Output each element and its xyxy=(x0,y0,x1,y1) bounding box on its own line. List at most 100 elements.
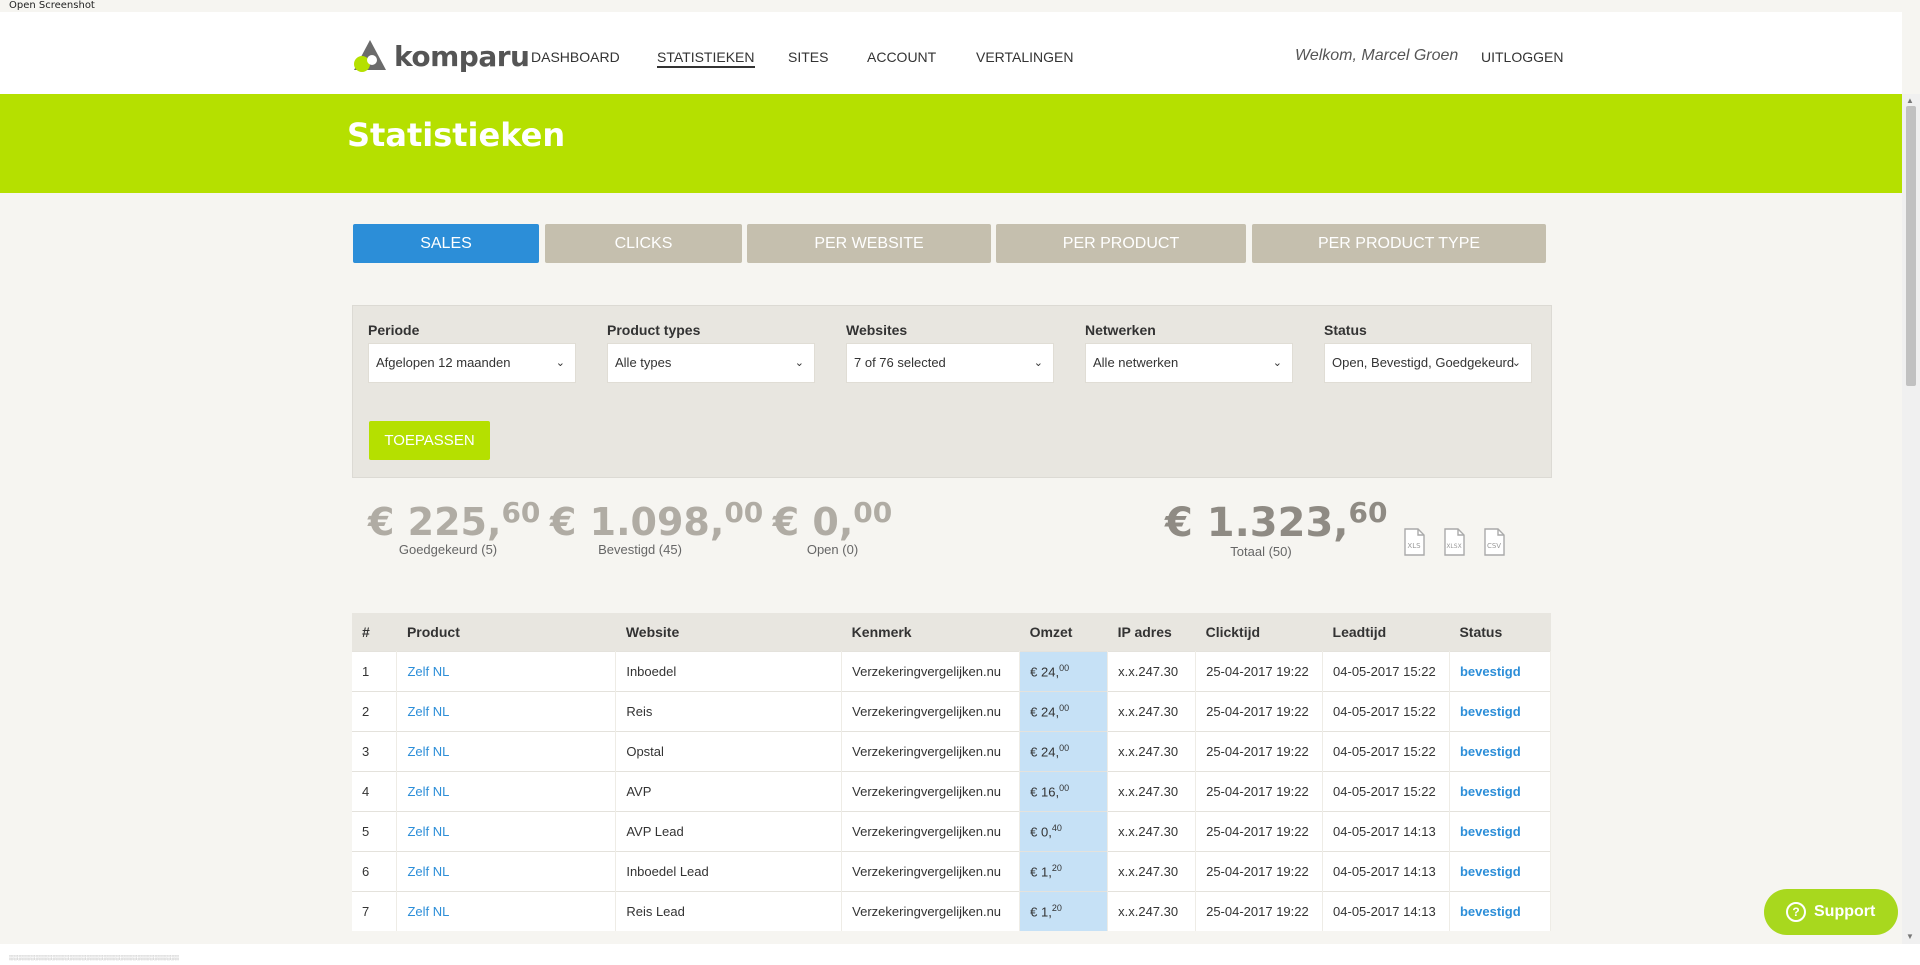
summary-bevestigd: € 1.098,00 Bevestigd (45) xyxy=(550,496,763,557)
cell-ip: x.x.247.30 xyxy=(1107,771,1197,812)
omzet-cents: 20 xyxy=(1051,903,1062,914)
cell-clicktijd: 25-04-2017 19:22 xyxy=(1195,771,1324,812)
summary-open: € 0,00 Open (0) xyxy=(770,496,895,557)
summary-totaal: € 1.323,60 Totaal (50) xyxy=(1165,496,1387,559)
status-select[interactable]: Open, Bevestigd, Goedgekeurd ⌄ xyxy=(1324,343,1532,383)
tab-sales[interactable]: SALES xyxy=(353,224,539,263)
filter-panel: Periode Afgelopen 12 maanden ⌄ Product t… xyxy=(352,305,1552,478)
product-link[interactable]: Zelf NL xyxy=(407,744,449,759)
product-link[interactable]: Zelf NL xyxy=(407,664,449,679)
cell-product: Zelf NL xyxy=(396,811,617,852)
nav-dashboard[interactable]: DASHBOARD xyxy=(531,49,620,65)
cell-leadtijd: 04-05-2017 15:22 xyxy=(1322,771,1450,812)
amount-value: € 1.098,00 xyxy=(550,496,763,544)
apply-button[interactable]: TOEPASSEN xyxy=(369,421,490,460)
amount-value: € 0,00 xyxy=(770,496,895,544)
cell-num: 4 xyxy=(352,771,398,812)
scroll-down-icon[interactable]: ▼ xyxy=(1906,932,1914,941)
cell-website: Reis xyxy=(615,691,843,732)
col-header-omzet[interactable]: Omzet xyxy=(1019,613,1108,652)
status-link[interactable]: bevestigd xyxy=(1460,904,1521,919)
status-link[interactable]: bevestigd xyxy=(1460,784,1521,799)
tab-clicks[interactable]: CLICKS xyxy=(545,224,742,263)
scroll-thumb[interactable] xyxy=(1906,106,1916,386)
cell-product: Zelf NL xyxy=(396,891,617,931)
nav-statistieken[interactable]: STATISTIEKEN xyxy=(657,49,755,68)
omzet-cents: 40 xyxy=(1051,823,1062,834)
product-link[interactable]: Zelf NL xyxy=(407,824,449,839)
tab-per-product[interactable]: PER PRODUCT xyxy=(996,224,1246,263)
cell-omzet: € 1,20 xyxy=(1019,891,1109,931)
periode-select[interactable]: Afgelopen 12 maanden ⌄ xyxy=(368,343,576,383)
status-link[interactable]: bevestigd xyxy=(1460,864,1521,879)
col-header-ip[interactable]: IP adres xyxy=(1107,613,1196,652)
status-link[interactable]: bevestigd xyxy=(1460,824,1521,839)
top-navbar: komparu DASHBOARD STATISTIEKEN SITES ACC… xyxy=(0,12,1902,94)
amount-value: € 1.323,60 xyxy=(1165,496,1387,546)
col-header-leadtijd[interactable]: Leadtijd xyxy=(1322,613,1450,652)
cell-website: AVP Lead xyxy=(615,811,843,852)
cell-clicktijd: 25-04-2017 19:22 xyxy=(1195,651,1324,692)
amount-cents: 60 xyxy=(1348,496,1388,529)
xls-label: XLS xyxy=(1407,542,1421,550)
netwerken-select[interactable]: Alle netwerken ⌄ xyxy=(1085,343,1293,383)
status-link[interactable]: bevestigd xyxy=(1460,664,1521,679)
cell-omzet: € 24,00 xyxy=(1019,691,1109,732)
omzet-cents: 00 xyxy=(1059,743,1070,754)
omzet-main: € 16, xyxy=(1030,784,1060,800)
logo[interactable]: komparu xyxy=(352,38,530,74)
status-link[interactable]: bevestigd xyxy=(1460,744,1521,759)
cell-omzet: € 0,40 xyxy=(1019,811,1109,852)
product-link[interactable]: Zelf NL xyxy=(407,864,449,879)
cell-clicktijd: 25-04-2017 19:22 xyxy=(1195,851,1324,892)
col-header-clicktijd[interactable]: Clicktijd xyxy=(1195,613,1323,652)
product-link[interactable]: Zelf NL xyxy=(407,904,449,919)
status-link[interactable]: bevestigd xyxy=(1460,704,1521,719)
omzet-cents: 20 xyxy=(1051,863,1062,874)
filter-label-status: Status xyxy=(1324,322,1367,338)
product-link[interactable]: Zelf NL xyxy=(407,784,449,799)
filter-label-product-types: Product types xyxy=(607,322,701,338)
cell-ip: x.x.247.30 xyxy=(1107,731,1197,772)
amount-main: € 225, xyxy=(368,500,502,544)
amount-cents: 00 xyxy=(853,496,893,529)
cell-clicktijd: 25-04-2017 19:22 xyxy=(1195,811,1324,852)
websites-select[interactable]: 7 of 76 selected ⌄ xyxy=(846,343,1054,383)
cell-num: 6 xyxy=(352,851,398,892)
cell-website: AVP xyxy=(615,771,843,812)
col-header-status[interactable]: Status xyxy=(1449,613,1551,652)
cell-website: Opstal xyxy=(615,731,843,772)
cell-ip: x.x.247.30 xyxy=(1107,651,1197,692)
filter-label-websites: Websites xyxy=(846,322,908,338)
nav-account[interactable]: ACCOUNT xyxy=(867,49,936,65)
cell-status: bevestigd xyxy=(1449,851,1551,892)
omzet-main: € 1, xyxy=(1030,864,1052,880)
amount-caption: Goedgekeurd (5) xyxy=(398,542,498,557)
logo-text: komparu xyxy=(394,39,530,73)
nav-sites[interactable]: SITES xyxy=(788,49,828,65)
logout-link[interactable]: UITLOGGEN xyxy=(1481,49,1563,65)
nav-vertalingen[interactable]: VERTALINGEN xyxy=(976,49,1074,65)
table-row: 6 Zelf NL Inboedel Lead Verzekeringvergelij… xyxy=(352,851,1551,892)
table-row: 2 Zelf NL Reis Verzekeringvergelijken.nu € 2… xyxy=(352,691,1551,732)
cell-kenmerk: Verzekeringvergelijken.nu xyxy=(841,811,1021,852)
tab-per-website[interactable]: PER WEBSITE xyxy=(747,224,991,263)
xlsx-download-icon[interactable]: XLSX xyxy=(1442,528,1466,556)
col-header-website[interactable]: Website xyxy=(615,613,842,652)
tab-per-product-type[interactable]: PER PRODUCT TYPE xyxy=(1252,224,1546,263)
cell-leadtijd: 04-05-2017 15:22 xyxy=(1322,691,1450,732)
page-scrollbar[interactable]: ▲ ▼ xyxy=(1902,94,1920,944)
cell-product: Zelf NL xyxy=(396,851,617,892)
col-header-num[interactable]: # xyxy=(352,613,397,652)
scroll-up-icon[interactable]: ▲ xyxy=(1906,96,1914,105)
cell-leadtijd: 04-05-2017 15:22 xyxy=(1322,651,1450,692)
col-header-kenmerk[interactable]: Kenmerk xyxy=(841,613,1020,652)
cell-product: Zelf NL xyxy=(396,771,617,812)
xls-download-icon[interactable]: XLS xyxy=(1402,528,1426,556)
product-types-select[interactable]: Alle types ⌄ xyxy=(607,343,815,383)
product-link[interactable]: Zelf NL xyxy=(407,704,449,719)
col-header-product[interactable]: Product xyxy=(396,613,616,652)
amount-caption: Open (0) xyxy=(806,542,859,557)
csv-download-icon[interactable]: CSV xyxy=(1482,528,1506,556)
support-button[interactable]: ? Support xyxy=(1764,889,1898,935)
